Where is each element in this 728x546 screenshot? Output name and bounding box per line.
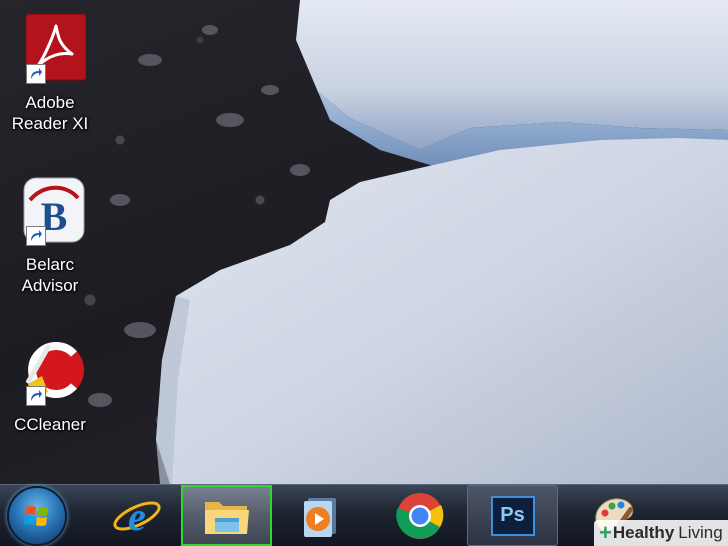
svg-text:e: e: [128, 494, 146, 539]
windows-start-orb-icon: [7, 485, 67, 546]
desktop[interactable]: Adobe Reader XI B Belarc Advisor CCleane…: [0, 0, 728, 484]
shortcut-arrow-icon: [26, 64, 46, 84]
taskbar-windows-media-player[interactable]: [283, 485, 357, 546]
start-button[interactable]: [0, 485, 74, 546]
desktop-icon-label: CCleaner: [14, 415, 86, 434]
taskbar-photoshop[interactable]: Ps: [467, 485, 558, 546]
desktop-icon-ccleaner[interactable]: CCleaner: [2, 336, 98, 435]
adobe-reader-icon: [14, 13, 87, 86]
desktop-icon-adobe-reader[interactable]: Adobe Reader XI: [2, 13, 98, 134]
desktop-icon-label: Adobe Reader XI: [11, 93, 89, 133]
photoshop-icon: Ps: [490, 495, 535, 536]
ccleaner-icon: [14, 336, 86, 408]
windows-media-player-icon: [304, 497, 336, 537]
belarc-advisor-icon: B: [14, 176, 86, 248]
file-explorer-icon: [204, 501, 249, 534]
wallpaper-ice-image: [88, 0, 728, 484]
watermark-text-bold: Healthy: [612, 523, 675, 542]
watermark-plus-icon: +: [599, 520, 612, 545]
desktop-icon-label: Belarc Advisor: [21, 255, 79, 295]
healthy-living-watermark: + Healthy Living: [594, 520, 728, 546]
watermark-text-light: Living: [678, 523, 723, 542]
internet-explorer-icon: e: [113, 494, 161, 539]
google-chrome-icon: [396, 492, 444, 539]
shortcut-arrow-icon: [26, 226, 46, 246]
shortcut-arrow-icon: [26, 386, 46, 406]
taskbar-google-chrome[interactable]: [383, 485, 457, 546]
taskbar-internet-explorer[interactable]: e: [100, 485, 174, 546]
desktop-icon-belarc-advisor[interactable]: B Belarc Advisor: [2, 176, 98, 296]
photoshop-icon-text: Ps: [500, 504, 525, 526]
taskbar-file-explorer[interactable]: [181, 485, 272, 546]
